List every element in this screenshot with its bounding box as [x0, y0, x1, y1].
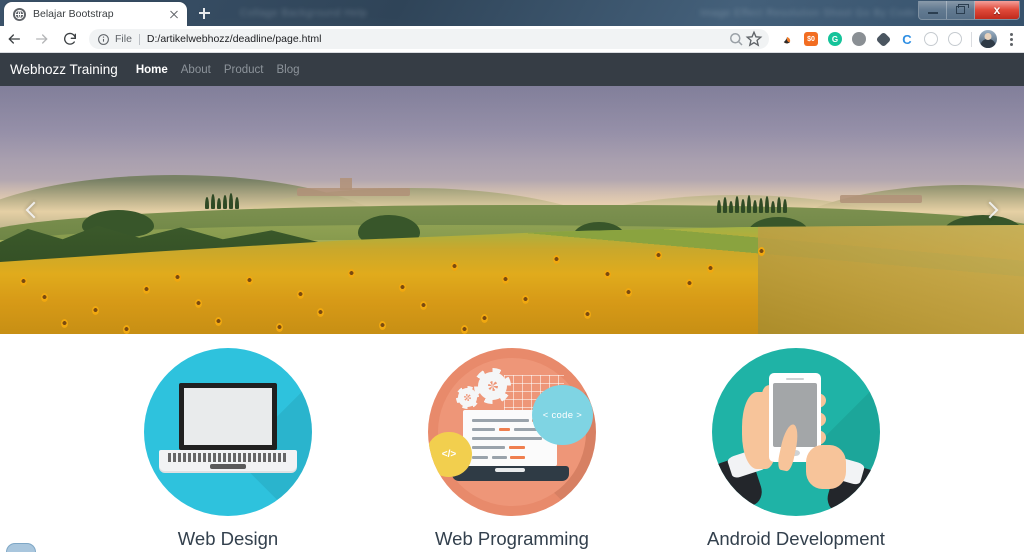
service-title: Web Design [177, 528, 279, 549]
new-tab-button[interactable] [191, 2, 217, 24]
extension-honey-icon[interactable]: $0 [801, 29, 822, 50]
page-viewport: Webhozz Training Home About Product Blog [0, 53, 1024, 552]
browser-tab[interactable]: Belajar Bootstrap [4, 2, 187, 26]
window-controls: x [918, 1, 1020, 20]
close-icon[interactable] [167, 7, 181, 21]
globe-icon [13, 7, 26, 21]
kebab-menu-icon[interactable] [1000, 27, 1022, 51]
hero-carousel [0, 86, 1024, 334]
reload-button[interactable] [56, 26, 84, 53]
hand-smartphone-icon [712, 348, 880, 516]
minimize-icon [927, 12, 938, 14]
address-bar[interactable]: File D:/artikelwebhozz/deadline/page.htm… [89, 29, 769, 49]
site-nav-links: Home About Product Blog [136, 64, 300, 76]
hero-hilltop-town [296, 187, 410, 197]
restore-button[interactable] [947, 1, 975, 19]
carousel-indicator-2[interactable] [514, 306, 542, 322]
page-corner-widget[interactable] [6, 543, 36, 552]
hero-cypress-row [204, 192, 239, 209]
hero-cypress-row [716, 195, 787, 214]
tab-strip: Belajar Bootstrap x [0, 0, 1024, 26]
omnibox-divider [138, 33, 140, 45]
close-icon: x [993, 3, 1001, 17]
minimize-button[interactable] [919, 1, 947, 19]
nav-item-product[interactable]: Product [224, 64, 264, 76]
star-icon[interactable] [745, 30, 763, 48]
url-scheme-label: File [115, 33, 132, 45]
service-title: Web Programming [435, 528, 589, 549]
code-bubble: < code > [532, 384, 593, 446]
extension-grammarly-icon[interactable]: G [825, 29, 846, 50]
service-card-android-development[interactable]: Android Development Lorem ipsum dolor si… [682, 348, 910, 552]
extension-swirl-icon[interactable] [777, 29, 798, 50]
info-circle-icon [98, 33, 109, 45]
gear-icon [474, 367, 511, 405]
browser-window: Belajar Bootstrap x File D:/artikelwebho… [0, 0, 1024, 552]
carousel-prev-button[interactable] [0, 86, 68, 334]
arrow-right-icon [36, 34, 48, 44]
laptop-icon [144, 348, 312, 516]
browser-toolbar: File D:/artikelwebhozz/deadline/page.htm… [0, 26, 1024, 53]
nav-item-home[interactable]: Home [136, 64, 168, 76]
site-brand[interactable]: Webhozz Training [10, 62, 118, 77]
carousel-indicators [0, 306, 1024, 322]
close-window-button[interactable]: x [975, 1, 1019, 19]
chevron-left-icon [25, 201, 43, 219]
extension-gray-globe-icon[interactable] [849, 29, 870, 50]
carousel-indicator-1[interactable] [482, 306, 510, 322]
extension-dark-diamond-icon[interactable] [873, 29, 894, 50]
reload-icon [64, 32, 76, 45]
gear-icon [455, 385, 480, 410]
forward-button[interactable] [28, 26, 56, 53]
extensions-tray: $0 G C [775, 27, 1024, 51]
search-zoom-icon[interactable] [727, 30, 745, 48]
tag-bubble: </> [428, 432, 472, 478]
services-section: Web Design Lorem ipsum dolor sit amet co… [0, 334, 1024, 552]
restore-icon [956, 4, 969, 14]
service-title: Android Development [707, 528, 885, 549]
chevron-right-icon [981, 201, 999, 219]
extension-circle-outline-one-icon[interactable] [921, 29, 942, 50]
code-laptop-icon: < code > </> [428, 348, 596, 516]
carousel-next-button[interactable] [956, 86, 1024, 334]
service-card-web-programming[interactable]: < code > </> Web Programming Lorem ipsum… [398, 348, 626, 552]
site-navbar: Webhozz Training Home About Product Blog [0, 53, 1024, 86]
tab-title: Belajar Bootstrap [33, 8, 114, 20]
toolbar-divider [971, 31, 972, 47]
hero-town-tower [339, 177, 353, 191]
service-card-web-design[interactable]: Web Design Lorem ipsum dolor sit amet co… [114, 348, 342, 552]
nav-item-about[interactable]: About [181, 64, 211, 76]
url-text[interactable]: D:/artikelwebhozz/deadline/page.html [147, 33, 727, 45]
arrow-left-icon [8, 34, 20, 44]
hero-hilltop-town [839, 195, 922, 203]
back-button[interactable] [0, 26, 28, 53]
extension-colorful-c-icon[interactable]: C [897, 29, 918, 50]
extension-circle-outline-two-icon[interactable] [945, 29, 966, 50]
nav-item-blog[interactable]: Blog [276, 64, 299, 76]
avatar[interactable] [978, 29, 999, 50]
